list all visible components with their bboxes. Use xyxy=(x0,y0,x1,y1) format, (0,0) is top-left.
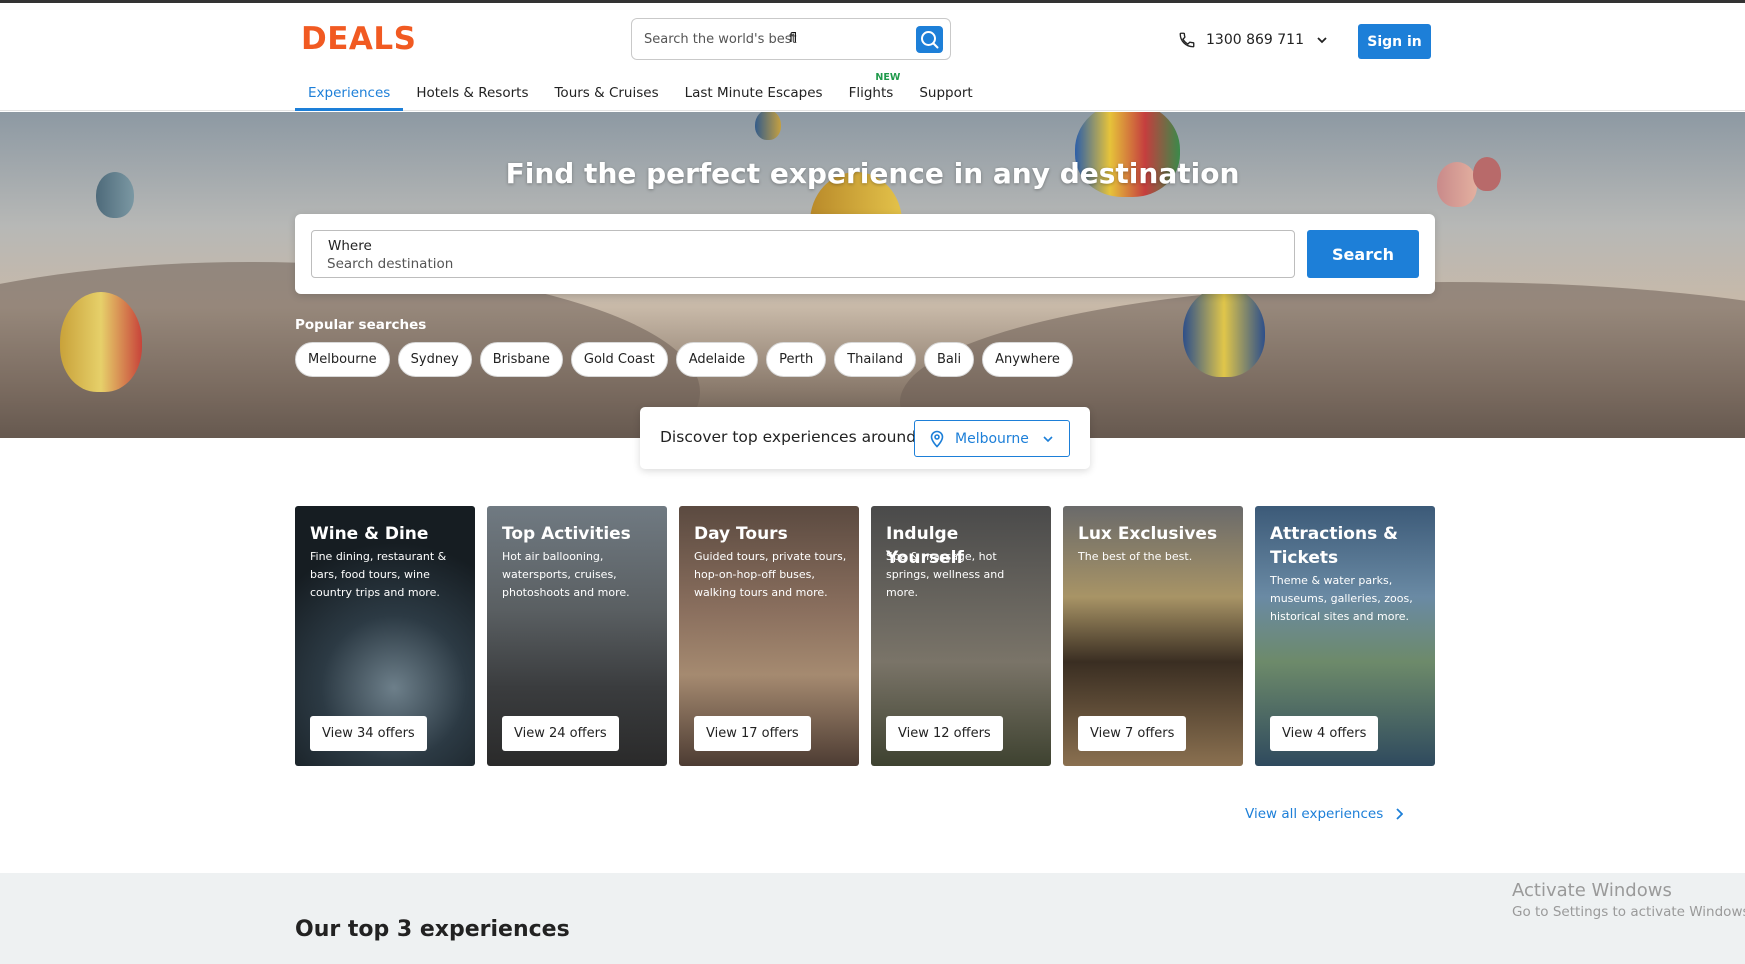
category-card-wine-dine[interactable]: Wine & Dine Fine dining, restaurant & ba… xyxy=(295,506,475,766)
chevron-down-icon xyxy=(1317,37,1327,44)
discover-box: Discover top experiences around Melbourn… xyxy=(640,407,1090,469)
view-offers-button[interactable]: View 34 offers xyxy=(310,716,427,751)
location-value: Melbourne xyxy=(955,431,1029,447)
location-select[interactable]: Melbourne xyxy=(914,420,1070,457)
nav-tours-cruises[interactable]: Tours & Cruises xyxy=(541,73,671,111)
card-title: Attractions & Tickets xyxy=(1270,524,1398,568)
top-experiences-section: Our top 3 experiences Activate Windows G… xyxy=(0,873,1745,964)
nav-experiences[interactable]: Experiences xyxy=(295,73,404,111)
popular-chip-sydney[interactable]: Sydney xyxy=(397,342,472,377)
balloon-decoration xyxy=(755,112,781,140)
balloon-decoration xyxy=(60,292,142,392)
header-search[interactable]: fl xyxy=(631,18,951,60)
balloon-decoration xyxy=(1183,287,1265,377)
deals-logo[interactable]: DEALS xyxy=(301,21,416,57)
card-title: Day Tours xyxy=(694,524,788,544)
where-label: Where xyxy=(328,238,372,254)
popular-chip-anywhere[interactable]: Anywhere xyxy=(982,342,1073,377)
popular-chip-gold-coast[interactable]: Gold Coast xyxy=(570,342,668,377)
nav-last-minute-escapes[interactable]: Last Minute Escapes xyxy=(672,73,836,111)
nav-support[interactable]: Support xyxy=(906,73,985,111)
category-card-attractions-tickets[interactable]: Attractions & Tickets Theme & water park… xyxy=(1255,506,1435,766)
sign-in-button[interactable]: Sign in xyxy=(1358,24,1431,59)
view-all-experiences-link[interactable]: View all experiences xyxy=(1245,806,1404,822)
phone-number: 1300 869 711 xyxy=(1206,32,1304,48)
view-offers-button[interactable]: View 24 offers xyxy=(502,716,619,751)
category-card-day-tours[interactable]: Day Tours Guided tours, private tours, h… xyxy=(679,506,859,766)
new-badge: NEW xyxy=(875,72,901,83)
popular-searches-label: Popular searches xyxy=(295,317,427,333)
card-description: The best of the best. xyxy=(1078,550,1193,563)
popular-chip-thailand[interactable]: Thailand xyxy=(834,342,917,377)
hero-title: Find the perfect experience in any desti… xyxy=(505,157,1240,190)
section-title: Our top 3 experiences xyxy=(295,917,570,942)
view-offers-button[interactable]: View 17 offers xyxy=(694,716,811,751)
card-description: Guided tours, private tours, hop-on-hop-… xyxy=(694,550,847,599)
site-header: DEALS fl 1300 869 711 Sign in Experience… xyxy=(0,3,1745,111)
nav-hotels-resorts[interactable]: Hotels & Resorts xyxy=(403,73,541,111)
popular-searches: Melbourne Sydney Brisbane Gold Coast Ade… xyxy=(295,342,1073,377)
header-search-input[interactable] xyxy=(644,29,904,49)
map-pin-icon xyxy=(930,430,944,448)
card-description: Fine dining, restaurant & bars, food tou… xyxy=(310,550,447,599)
destination-input[interactable] xyxy=(327,255,1227,273)
card-description: Theme & water parks, museums, galleries,… xyxy=(1270,574,1413,623)
main-nav: Experiences Hotels & Resorts Tours & Cru… xyxy=(295,72,986,111)
search-button[interactable]: Search xyxy=(1307,230,1419,278)
popular-chip-bali[interactable]: Bali xyxy=(924,342,975,377)
header-search-typed-value: fl xyxy=(789,31,798,46)
where-field[interactable]: Where xyxy=(311,230,1295,278)
hero-banner: Find the perfect experience in any desti… xyxy=(0,112,1745,438)
view-offers-button[interactable]: View 4 offers xyxy=(1270,716,1379,751)
phone-icon xyxy=(1179,32,1195,48)
view-offers-button[interactable]: View 7 offers xyxy=(1078,716,1187,751)
category-card-top-activities[interactable]: Top Activities Hot air ballooning, water… xyxy=(487,506,667,766)
popular-chip-melbourne[interactable]: Melbourne xyxy=(295,342,390,377)
chevron-right-icon xyxy=(1396,808,1404,820)
card-title: Lux Exclusives xyxy=(1078,524,1218,544)
nav-flights[interactable]: NEW Flights xyxy=(836,72,907,111)
destination-search: Where Search xyxy=(295,214,1435,294)
view-offers-button[interactable]: View 12 offers xyxy=(886,716,1003,751)
header-search-button[interactable] xyxy=(916,26,943,53)
card-title: Top Activities xyxy=(502,524,631,544)
category-card-lux-exclusives[interactable]: Lux Exclusives The best of the best. Vie… xyxy=(1063,506,1243,766)
category-cards: Wine & Dine Fine dining, restaurant & ba… xyxy=(295,506,1435,766)
category-card-indulge-yourself[interactable]: Indulge Yourself Spa & massage, hot spri… xyxy=(871,506,1051,766)
phone-menu[interactable]: 1300 869 711 xyxy=(1178,31,1338,49)
discover-label: Discover top experiences around xyxy=(660,428,917,446)
windows-activation-watermark: Activate Windows Go to Settings to activ… xyxy=(1512,880,1745,920)
card-description: Hot air ballooning, watersports, cruises… xyxy=(502,550,630,599)
popular-chip-adelaide[interactable]: Adelaide xyxy=(675,342,759,377)
card-description: Spa & massage, hot springs, wellness and… xyxy=(886,550,1005,599)
chevron-down-icon xyxy=(1043,436,1053,443)
search-icon xyxy=(921,31,939,49)
popular-chip-perth[interactable]: Perth xyxy=(766,342,827,377)
card-title: Wine & Dine xyxy=(310,524,429,544)
popular-chip-brisbane[interactable]: Brisbane xyxy=(479,342,563,377)
